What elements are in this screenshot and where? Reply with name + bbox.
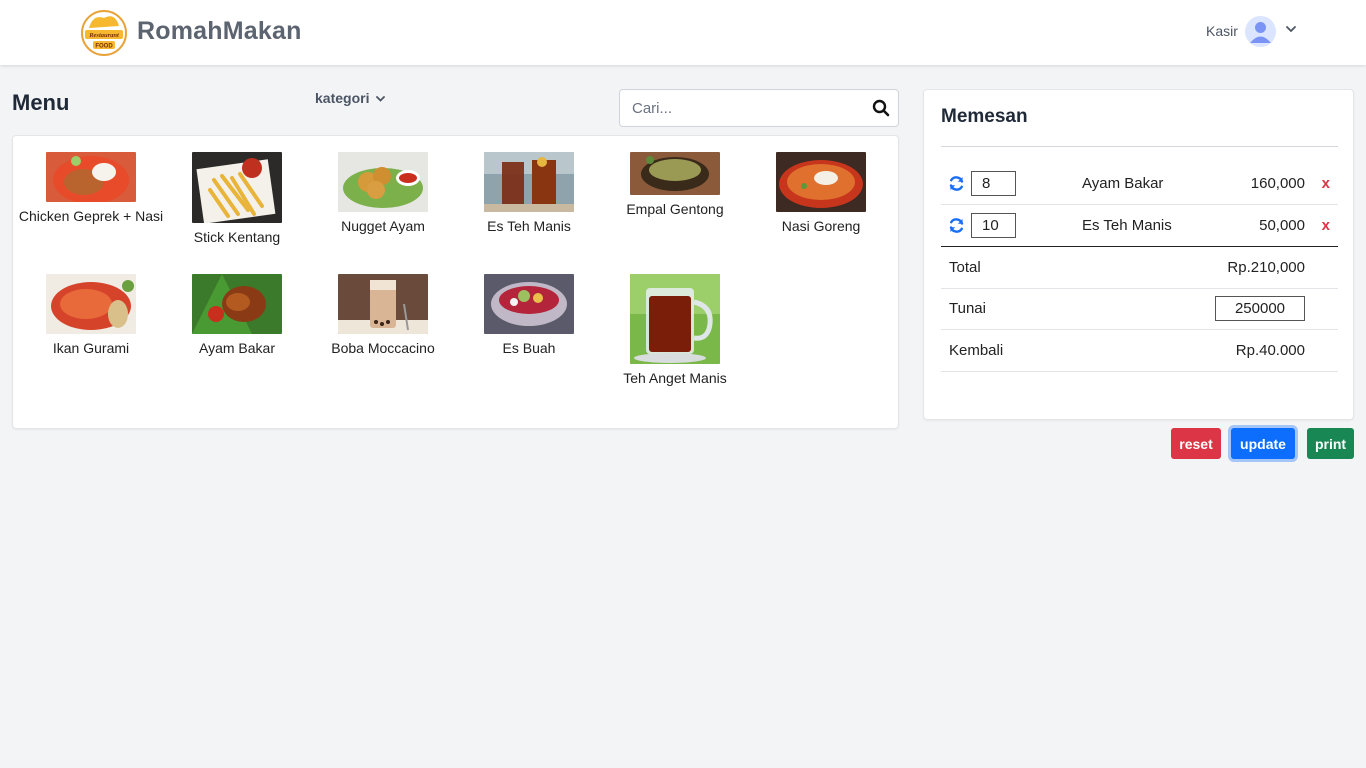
refresh-icon[interactable] — [948, 217, 965, 234]
order-row: Es Teh Manis 50,000 x — [941, 205, 1338, 247]
quantity-input[interactable] — [971, 171, 1016, 196]
refresh-icon[interactable] — [948, 175, 965, 192]
food-thumbnail — [338, 152, 428, 212]
chevron-down-icon — [376, 95, 386, 102]
update-button[interactable]: update — [1231, 428, 1295, 459]
menu-item[interactable]: Nugget Ayam — [310, 152, 456, 238]
search-input[interactable] — [620, 90, 860, 126]
cash-row: Tunai — [941, 288, 1338, 330]
logo-text-bottom: FOOD — [95, 44, 113, 50]
food-thumbnail — [192, 274, 282, 334]
cash-input[interactable] — [1215, 296, 1305, 321]
print-button[interactable]: print — [1307, 428, 1354, 459]
order-row: Ayam Bakar 160,000 x — [941, 163, 1338, 205]
user-role[interactable]: Kasir — [1206, 23, 1238, 39]
order-item-name: Ayam Bakar — [1082, 175, 1164, 192]
menu-item-name: Teh Anget Manis — [623, 370, 727, 386]
menu-grid: Chicken Geprek + Nasi Stick Kentang Nugg… — [12, 135, 899, 429]
total-label: Total — [949, 259, 981, 276]
navbar: Restaurant FOOD RomahMakan Kasir — [0, 0, 1366, 65]
chevron-down-icon[interactable] — [1284, 22, 1298, 36]
menu-item-name: Es Teh Manis — [487, 218, 571, 234]
menu-item[interactable]: Chicken Geprek + Nasi — [18, 152, 164, 228]
menu-item-name: Ikan Gurami — [52, 340, 130, 356]
search-icon[interactable] — [872, 99, 890, 117]
menu-item[interactable]: Empal Gentong — [602, 152, 748, 221]
reset-button[interactable]: reset — [1171, 428, 1221, 459]
total-value: Rp.210,000 — [1227, 259, 1305, 276]
food-thumbnail — [46, 274, 136, 334]
total-row: Total Rp.210,000 — [941, 247, 1338, 289]
remove-item-button[interactable]: x — [1322, 175, 1330, 192]
divider — [941, 146, 1338, 147]
cash-label: Tunai — [949, 300, 986, 317]
menu-item[interactable]: Stick Kentang — [164, 152, 310, 249]
change-label: Kembali — [949, 342, 1004, 359]
food-thumbnail — [776, 152, 866, 212]
menu-item[interactable]: Teh Anget Manis — [602, 274, 748, 390]
menu-item-name: Stick Kentang — [193, 229, 281, 245]
menu-item-name: Chicken Geprek + Nasi — [18, 208, 164, 224]
menu-item[interactable]: Es Buah — [456, 274, 602, 360]
order-item-name: Es Teh Manis — [1082, 217, 1172, 234]
menu-item-name: Es Buah — [502, 340, 556, 356]
menu-item[interactable]: Ikan Gurami — [18, 274, 164, 360]
menu-item[interactable]: Boba Moccacino — [310, 274, 456, 360]
order-panel: Memesan Ayam Bakar 160,000 x Es Teh Mani… — [923, 89, 1354, 420]
change-row: Kembali Rp.40.000 — [941, 330, 1338, 372]
food-thumbnail — [338, 274, 428, 334]
search-box — [619, 89, 899, 127]
menu-item[interactable]: Nasi Goreng — [748, 152, 894, 238]
quantity-input[interactable] — [971, 213, 1016, 238]
food-thumbnail — [46, 152, 136, 202]
menu-item-name: Ayam Bakar — [199, 340, 275, 356]
change-value: Rp.40.000 — [1235, 342, 1305, 359]
remove-item-button[interactable]: x — [1322, 217, 1330, 234]
brand-name[interactable]: RomahMakan — [137, 17, 302, 46]
category-dropdown[interactable]: kategori — [315, 90, 386, 106]
menu-item[interactable]: Es Teh Manis — [456, 152, 602, 238]
menu-title: Menu — [12, 90, 70, 115]
user-avatar-icon[interactable] — [1245, 16, 1276, 47]
food-thumbnail — [630, 274, 720, 364]
food-thumbnail — [192, 152, 282, 223]
category-label: kategori — [315, 90, 370, 106]
order-item-price: 50,000 — [1259, 217, 1305, 234]
restaurant-logo[interactable]: Restaurant FOOD — [79, 8, 129, 56]
order-title: Memesan — [941, 106, 1028, 127]
menu-item[interactable]: Ayam Bakar — [164, 274, 310, 360]
order-item-price: 160,000 — [1250, 175, 1305, 192]
logo-text-top: Restaurant — [88, 32, 119, 39]
menu-item-name: Empal Gentong — [626, 201, 724, 217]
food-thumbnail — [630, 152, 720, 195]
menu-item-name: Nasi Goreng — [781, 218, 861, 234]
menu-item-name: Boba Moccacino — [331, 340, 435, 356]
menu-item-name: Nugget Ayam — [341, 218, 425, 234]
food-thumbnail — [484, 274, 574, 334]
food-thumbnail — [484, 152, 574, 212]
